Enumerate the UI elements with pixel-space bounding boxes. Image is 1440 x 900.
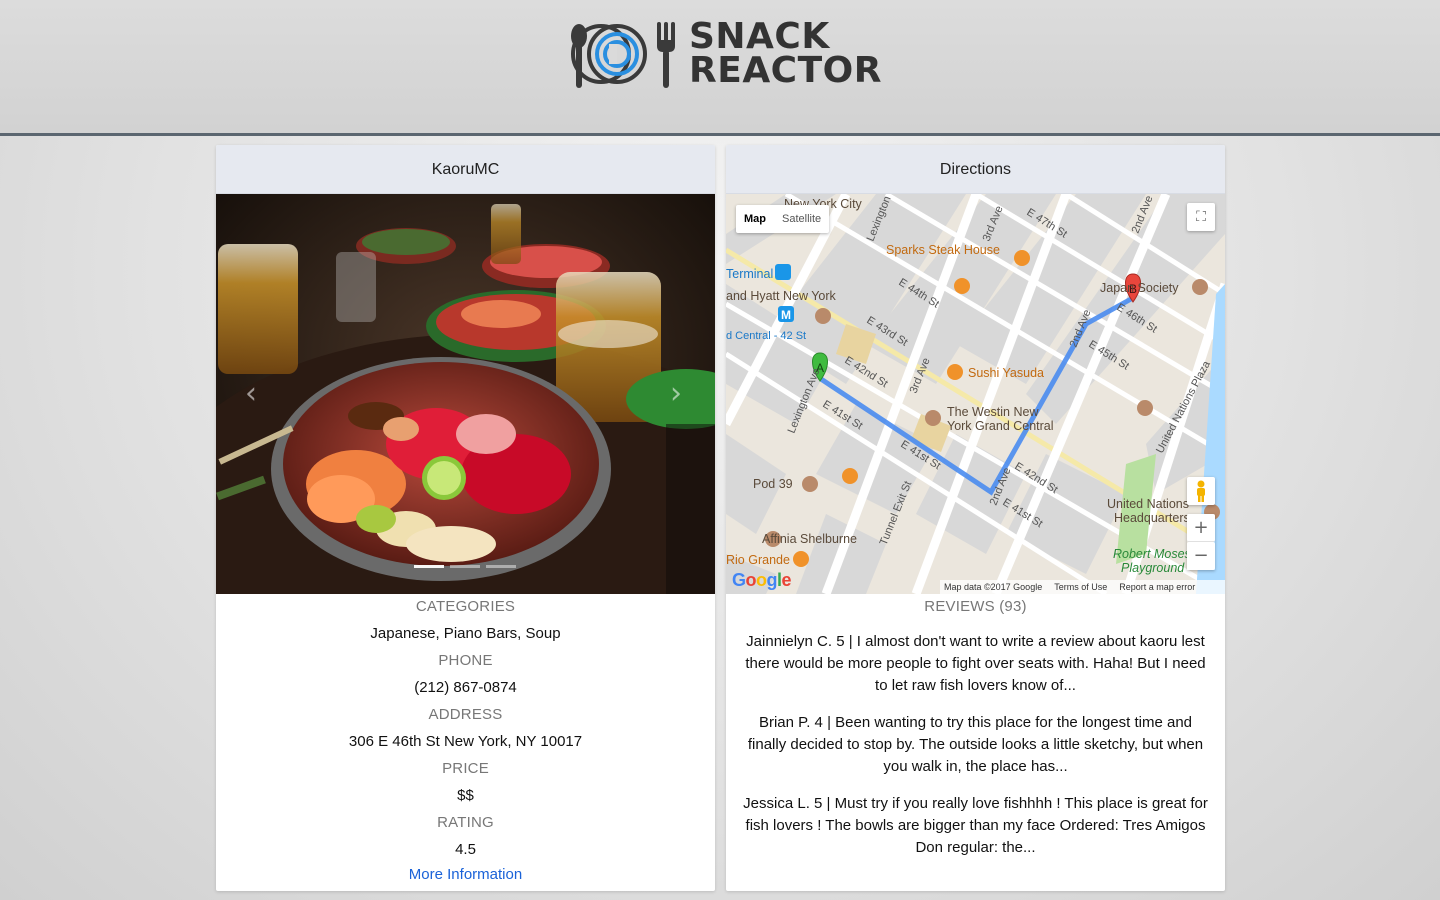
restaurant-card: KaoruMC ‹ › CATEGORIES Japanese, Piano B…	[216, 145, 715, 891]
carousel-indicators	[414, 565, 516, 568]
more-information-link[interactable]: More Information	[216, 865, 715, 885]
map-label: York Grand Central	[947, 419, 1054, 433]
zoom-control: + −	[1187, 514, 1215, 570]
directions-title: Directions	[726, 145, 1225, 194]
map-type-satellite-button[interactable]: Satellite	[774, 205, 829, 233]
carousel-next-button[interactable]: ›	[661, 369, 691, 419]
map-label: Headquarters	[1114, 511, 1190, 525]
directions-map[interactable]: A B M New York City Sparks Steak House T…	[726, 194, 1225, 594]
terms-of-use-link[interactable]: Terms of Use	[1054, 580, 1107, 594]
review-item: Brian P. 4 | Been wanting to try this pl…	[747, 714, 1204, 775]
pegman-icon[interactable]	[1187, 477, 1215, 505]
reviews-title: REVIEWS (93)	[924, 598, 1027, 615]
zoom-in-button[interactable]: +	[1187, 514, 1215, 542]
map-data-attribution: Map data ©2017 Google	[944, 582, 1043, 592]
categories-value: Japanese, Piano Bars, Soup	[370, 625, 561, 642]
phone-value: (212) 867-0874	[414, 679, 517, 696]
rating-label: RATING	[437, 814, 494, 831]
map-label: and Hyatt New York	[726, 289, 837, 303]
carousel-indicator[interactable]	[486, 565, 516, 568]
map-label: Rio Grande	[726, 553, 790, 567]
map-label: Terminal	[726, 267, 773, 281]
carousel-indicator[interactable]	[414, 565, 444, 568]
brand-logo[interactable]: SNACK REACTOR	[565, 14, 885, 94]
map-label: Japan Society	[1100, 281, 1179, 295]
photo-carousel[interactable]: ‹ ›	[216, 194, 715, 594]
report-map-error-link[interactable]: Report a map error	[1119, 580, 1195, 594]
logo-icon	[571, 22, 675, 88]
google-logo[interactable]: Google	[732, 570, 792, 591]
map-canvas: A B M New York City Sparks Steak House T…	[726, 194, 1225, 594]
site-header: SNACK REACTOR	[0, 0, 1440, 136]
rating-value: 4.5	[455, 841, 476, 858]
phone-label: PHONE	[438, 652, 493, 669]
map-type-map-button[interactable]: Map	[736, 205, 774, 233]
carousel-indicator[interactable]	[450, 565, 480, 568]
map-label: United Nations	[1107, 497, 1189, 511]
fullscreen-icon[interactable]: ⛶	[1187, 203, 1215, 231]
map-label: Playground	[1121, 561, 1185, 575]
map-label: The Westin New	[947, 405, 1039, 419]
review-item: Jessica L. 5 | Must try if you really lo…	[743, 795, 1208, 856]
restaurant-info: CATEGORIES Japanese, Piano Bars, Soup PH…	[216, 594, 715, 885]
food-photo	[216, 194, 715, 594]
map-label: Sparks Steak House	[886, 243, 1000, 257]
zoom-out-button[interactable]: −	[1187, 542, 1215, 570]
map-label: Robert Moses	[1113, 547, 1191, 561]
price-value: $$	[457, 787, 474, 804]
map-label: Pod 39	[753, 477, 793, 491]
map-label: d Central - 42 St	[726, 330, 806, 342]
brand-line-2: REACTOR	[689, 50, 882, 91]
price-label: PRICE	[442, 760, 489, 777]
carousel-prev-button[interactable]: ‹	[236, 369, 266, 419]
address-value: 306 E 46th St New York, NY 10017	[348, 733, 583, 750]
brand-line-1: SNACK	[689, 16, 830, 57]
map-footer: Map data ©2017 Google Terms of Use Repor…	[940, 580, 1225, 594]
map-label: Affinia Shelburne	[762, 532, 857, 546]
categories-label: CATEGORIES	[415, 598, 516, 615]
restaurant-name: KaoruMC	[216, 145, 715, 194]
map-label: Sushi Yasuda	[968, 366, 1044, 380]
map-type-control: Map Satellite	[736, 205, 830, 233]
brand-name: SNACK REACTOR	[689, 16, 882, 91]
svg-text:M: M	[781, 308, 791, 322]
address-label: ADDRESS	[428, 706, 503, 723]
reviews-section: REVIEWS (93) Jainnielyn C. 5 | I almost …	[726, 594, 1225, 859]
review-item: Jainnielyn C. 5 | I almost don't want to…	[745, 633, 1206, 694]
directions-card: Directions A B M New York City Sparks St…	[726, 145, 1225, 891]
